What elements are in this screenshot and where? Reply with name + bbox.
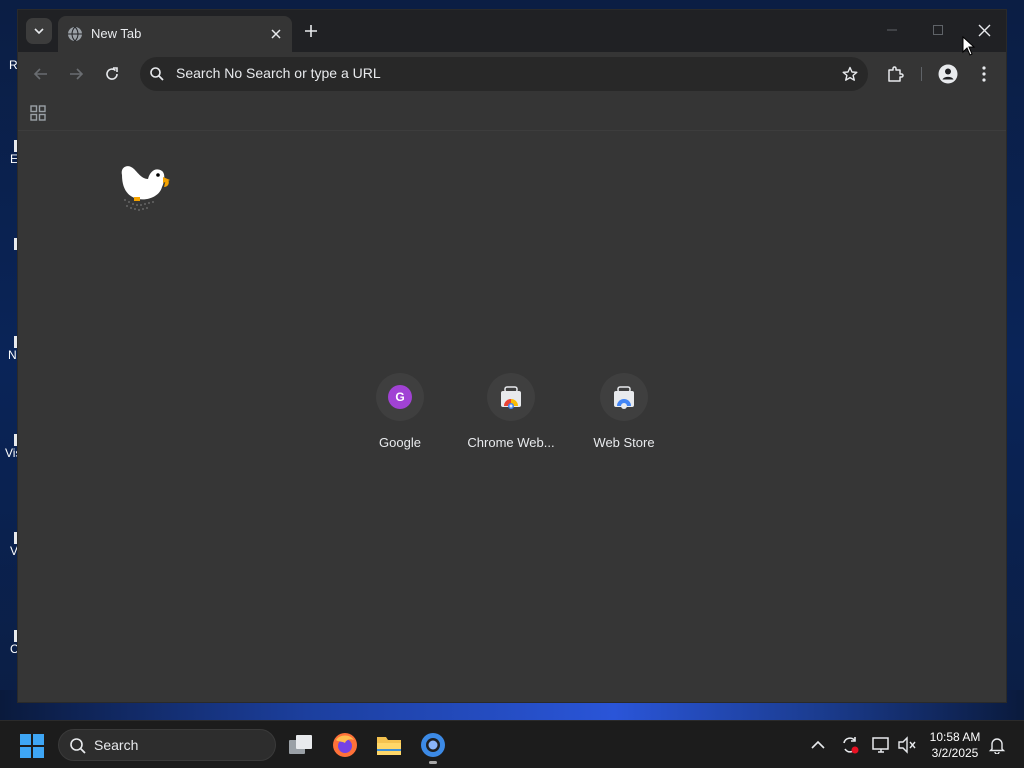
taskbar: Search 10:58 AM 3/2/2025 [0,720,1024,768]
shortcut-web-store[interactable]: Web Store [568,373,680,469]
desktop-icon-5[interactable]: Vis [0,434,21,460]
tray-volume[interactable] [897,735,917,755]
taskbar-search-box[interactable]: Search [58,729,276,761]
maximize-button[interactable] [926,18,950,42]
chrome-web-store-icon [501,386,521,409]
minimize-button[interactable] [880,18,904,42]
apps-grid-icon [30,105,46,121]
taskbar-clock[interactable]: 10:58 AM 3/2/2025 [920,729,990,761]
tab-title: New Tab [91,26,142,41]
desktop-icon-3[interactable] [0,238,19,250]
shortcut-google[interactable]: G Google [344,373,456,469]
desktop-icon-6[interactable]: V [0,532,19,558]
shortcut-tile [600,373,648,421]
back-button[interactable] [27,60,55,88]
close-icon [978,24,990,36]
reload-button[interactable] [98,60,126,88]
shortcut-label: Chrome Web... [467,435,555,450]
tray-overflow-button[interactable] [808,735,828,755]
shortcut-label: Google [379,435,421,450]
more-vert-icon [982,66,986,82]
taskbar-app-file-explorer[interactable] [373,729,405,761]
sync-icon [843,737,859,754]
browser-toolbar: Search No Search or type a URL [18,52,1006,96]
shortcut-tile: G [376,373,424,421]
shortcut-tile [487,373,535,421]
taskbar-search-label: Search [94,737,139,753]
folder-icon [377,737,401,755]
tray-network[interactable] [871,735,891,755]
shortcut-label: Web Store [593,435,655,450]
tab-close-button[interactable] [266,24,286,44]
active-app-indicator [429,761,437,764]
address-bar[interactable]: Search No Search or type a URL [140,57,868,91]
arrow-right-icon [70,68,84,80]
desktop-icon-1[interactable]: R [0,58,18,72]
maximize-icon [933,25,943,35]
arrow-left-icon [33,68,47,80]
firefox-icon [333,733,357,757]
desktop-icon-7[interactable]: C [0,630,19,656]
clock-time: 10:58 AM [929,730,981,744]
extensions-button[interactable] [881,60,909,88]
apps-button[interactable] [29,104,47,122]
menu-button[interactable] [970,60,998,88]
bookmarks-bar [18,96,1006,130]
volume-muted-icon [898,736,916,754]
notification-bell-icon [988,738,1006,754]
profile-icon [938,64,958,84]
tab-strip: New Tab [18,10,1006,52]
clock-date: 3/2/2025 [931,746,979,760]
desktop-icon-2[interactable]: E [0,140,19,166]
profile-button[interactable] [934,60,962,88]
chrome-icon [421,733,445,757]
search-icon [70,738,86,754]
chevron-down-icon [34,28,44,35]
plus-icon [305,25,317,37]
tab-search-button[interactable] [26,18,52,44]
toolbar-separator [921,67,922,81]
puzzle-icon [888,66,904,82]
minimize-icon [887,29,897,31]
google-letter-icon: G [388,385,412,409]
mouse-cursor-icon [962,36,976,56]
bookmark-star-button[interactable] [840,64,860,84]
windows-start-icon[interactable] [20,734,44,758]
chevron-up-icon [811,740,825,749]
shortcut-chrome-web-store[interactable]: Chrome Web... [455,373,567,469]
forward-button[interactable] [62,60,90,88]
taskbar-app-chrome[interactable] [417,729,449,761]
notifications-button[interactable] [987,735,1007,755]
web-store-icon [614,386,634,409]
new-tab-button[interactable] [300,20,322,42]
network-icon [872,737,889,753]
browser-window: New Tab Search No Search or type a URL G… [17,9,1007,703]
reload-icon [106,67,118,80]
taskbar-app-task-view[interactable] [285,729,317,761]
search-icon [150,67,164,81]
tray-sync[interactable] [840,735,860,755]
address-bar-placeholder[interactable]: Search No Search or type a URL [176,65,381,81]
new-tab-page: G Google Chrome Web... Web Store [18,130,1006,702]
close-icon [271,29,281,39]
star-icon [842,66,858,81]
taskbar-app-firefox[interactable] [329,729,361,761]
desktop-icon-4[interactable]: N [0,336,19,362]
duck-icon[interactable] [118,161,174,213]
task-view-icon [289,735,312,754]
globe-icon [68,26,82,42]
tab-new-tab[interactable]: New Tab [58,16,292,52]
